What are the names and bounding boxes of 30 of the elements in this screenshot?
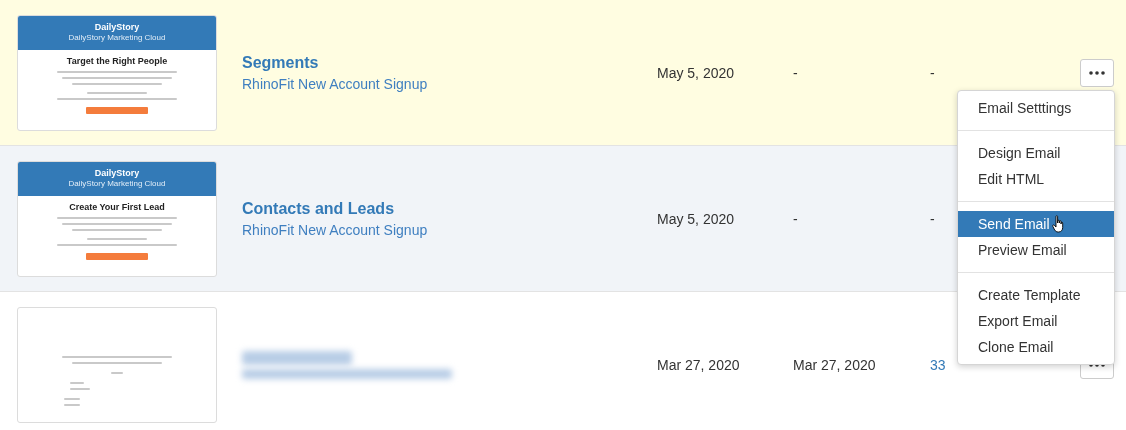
list-link[interactable]: RhinoFit New Account Signup — [242, 75, 428, 92]
email-cta-bar — [86, 252, 148, 260]
menu-item[interactable]: Send Email — [958, 211, 1114, 237]
date-cell: May 5, 2020 — [657, 64, 735, 81]
email-cta-bar — [86, 106, 148, 114]
email-brand: DailyStory — [94, 169, 140, 178]
email-tagline: DailyStory Marketing Cloud — [68, 180, 166, 188]
email-headline: Create Your First Lead — [69, 201, 165, 212]
email-name-link[interactable]: Contacts and Leads — [242, 199, 428, 218]
more-button[interactable] — [1080, 58, 1114, 87]
email-brand: DailyStory — [94, 23, 140, 32]
more-icon — [1089, 70, 1105, 75]
email-tagline: DailyStory Marketing Cloud — [68, 34, 166, 42]
date-cell: Mar 27, 2020 — [657, 356, 740, 373]
date-cell: - — [793, 64, 798, 81]
date-cell: May 5, 2020 — [657, 210, 735, 227]
menu-item[interactable]: Clone Email — [958, 334, 1114, 360]
email-headline: Target the Right People — [66, 55, 168, 66]
menu-item[interactable]: Email Setttings — [958, 95, 1114, 121]
count-link[interactable]: 33 — [930, 356, 946, 373]
table-cell: - — [930, 210, 935, 227]
menu-item[interactable]: Preview Email — [958, 237, 1114, 263]
date-cell: Mar 27, 2020 — [793, 356, 876, 373]
table-cell: - — [930, 64, 935, 81]
list-link[interactable]: RhinoFit New Account Signup — [242, 221, 428, 238]
hand-cursor-icon — [1051, 215, 1066, 233]
email-name-link[interactable]: Segments — [242, 53, 428, 72]
menu-item[interactable]: Export Email — [958, 308, 1114, 334]
menu-item[interactable]: Edit HTML — [958, 166, 1114, 192]
date-cell: - — [793, 210, 798, 227]
